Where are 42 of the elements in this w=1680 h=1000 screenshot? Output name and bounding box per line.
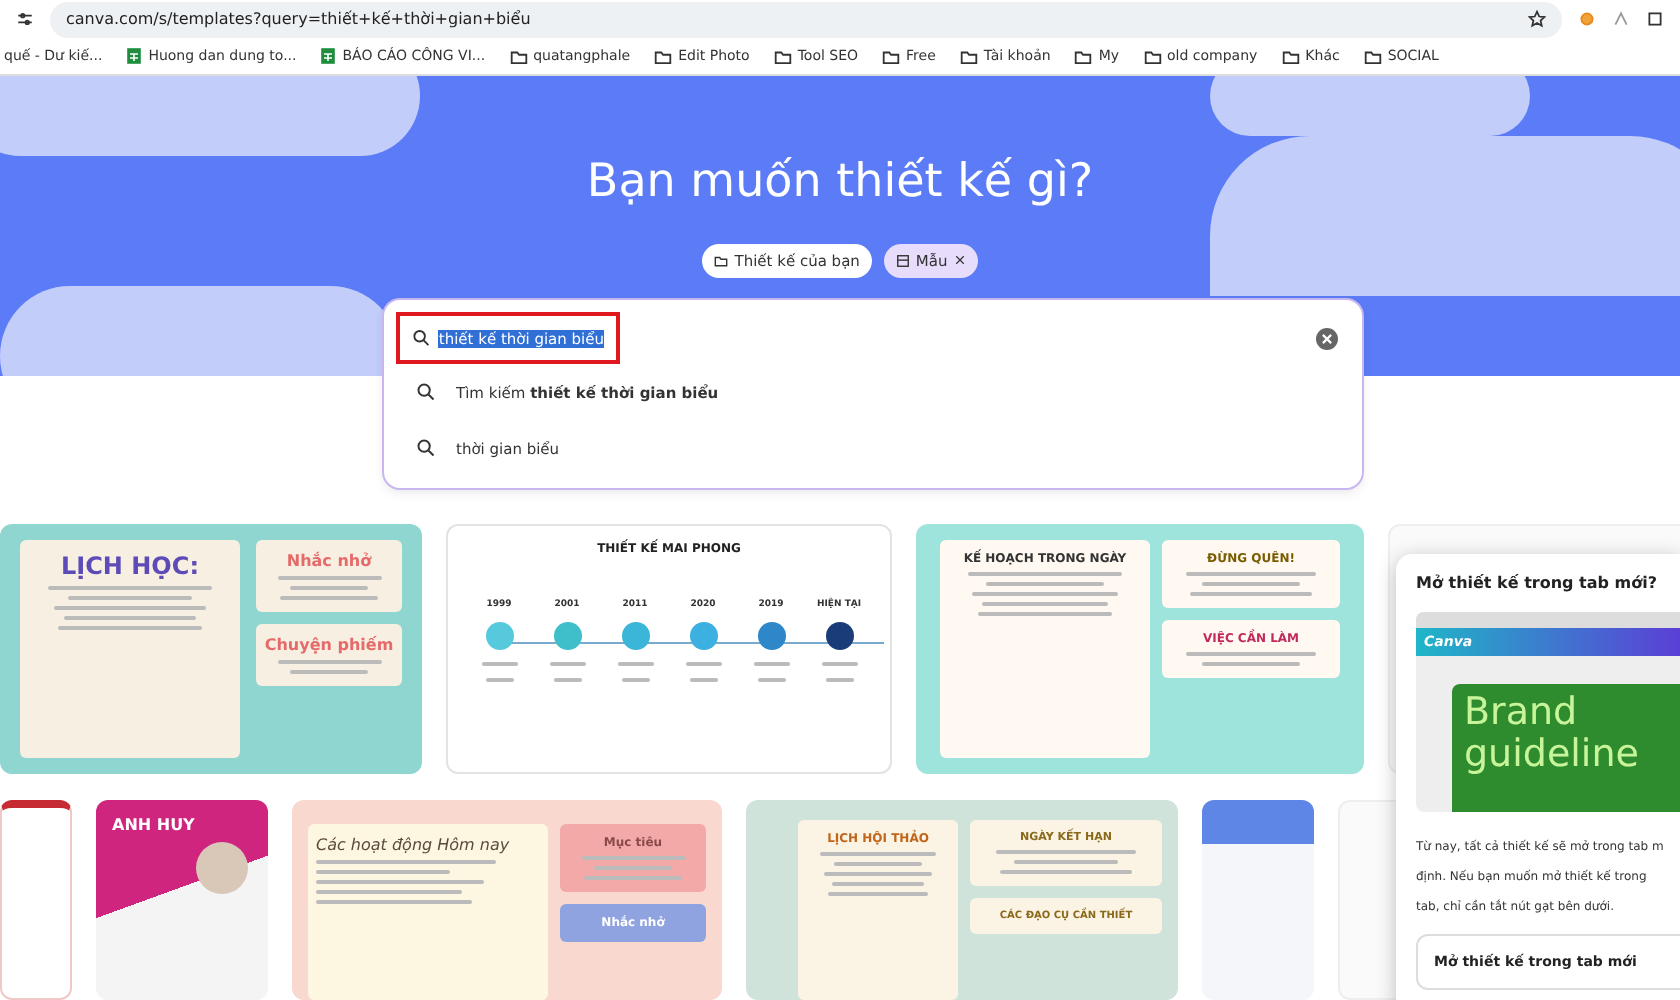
resume-name: ANH HUY — [112, 816, 197, 835]
preview-text: Brand — [1464, 692, 1580, 734]
timeline-dot-icon — [553, 622, 581, 651]
folder-icon — [654, 47, 673, 66]
template-heading: LỊCH HỌC: — [61, 552, 199, 581]
avatar-circle — [196, 842, 248, 895]
window-icon — [1646, 10, 1664, 29]
spreadsheet-icon — [126, 48, 143, 65]
timeline-dot-icon — [485, 622, 513, 651]
template-heading: Chuyện phiếm — [264, 636, 394, 655]
folder-icon — [882, 47, 901, 66]
template-card[interactable] — [0, 800, 72, 1000]
timeline-dot-icon — [621, 622, 649, 651]
folder-icon — [1363, 47, 1382, 66]
folder-icon — [959, 47, 978, 66]
timeline-dot-icon — [757, 622, 785, 651]
address-bar[interactable]: canva.com/s/templates?query=thiết+kế+thời+gian+biểu — [50, 1, 1562, 38]
extension-icon — [1578, 10, 1596, 29]
template-icon — [895, 253, 910, 268]
template-heading: Nhắc nhở — [286, 552, 372, 571]
template-card[interactable] — [1202, 800, 1314, 1000]
spreadsheet-icon — [320, 48, 337, 65]
star-icon — [1528, 10, 1546, 29]
folder-icon — [773, 47, 792, 66]
folder-icon — [1074, 47, 1093, 66]
template-card[interactable]: ANH HUY — [96, 800, 268, 1000]
folder-icon — [1143, 47, 1161, 66]
search-icon — [416, 438, 436, 458]
timeline-dot-icon — [825, 622, 853, 651]
timeline-dot-icon — [689, 622, 717, 651]
template-heading: Các hoạt động Hôm nay — [316, 836, 510, 855]
folder-icon — [509, 47, 528, 66]
preview-text: guideline — [1464, 734, 1641, 776]
popup-title: Mở thiết kế trong tab mới? — [1416, 574, 1659, 592]
search-icon — [412, 328, 431, 348]
page-title: Bạn muốn thiết kế gì? — [586, 155, 1094, 208]
folder-icon — [714, 253, 729, 268]
search-icon — [416, 382, 436, 402]
template-card[interactable]: LỊCH HỌC: Nhắc nhở Chuyện phiếm — [0, 524, 422, 775]
clear-icon[interactable] — [1316, 327, 1338, 349]
folder-icon — [1281, 47, 1300, 66]
tune-icon — [16, 10, 34, 29]
